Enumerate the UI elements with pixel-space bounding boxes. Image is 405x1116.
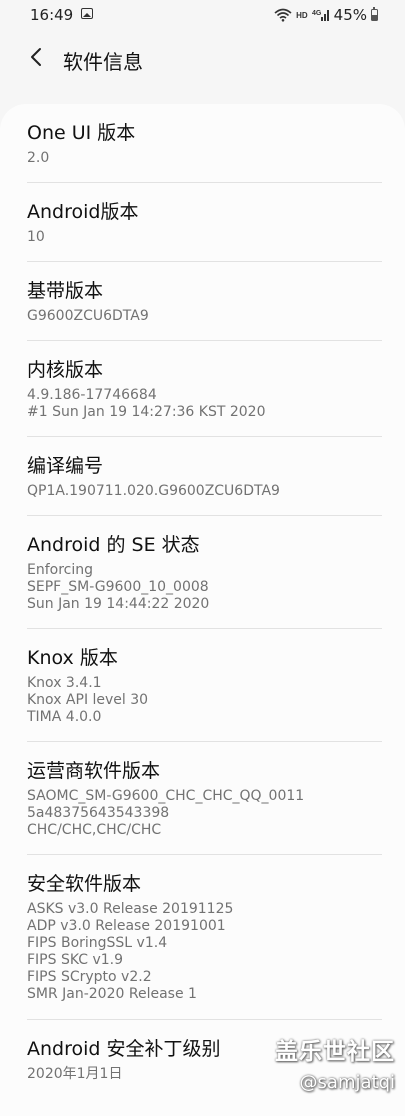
signal-4g-label: 4G bbox=[312, 10, 322, 17]
list-item-se-status[interactable]: Android 的 SE 状态 Enforcing SEPF_SM-G9600_… bbox=[0, 516, 405, 629]
item-value: ADP v3.0 Release 20191001 bbox=[27, 918, 226, 934]
list-item-carrier-software-version[interactable]: 运营商软件版本 SAOMC_SM-G9600_CHC_CHC_QQ_0011 5… bbox=[0, 742, 405, 855]
list-item-knox-version[interactable]: Knox 版本 Knox 3.4.1 Knox API level 30 TIM… bbox=[0, 629, 405, 742]
item-value: SAOMC_SM-G9600_CHC_CHC_QQ_0011 bbox=[27, 788, 305, 804]
item-title: 编译编号 bbox=[27, 455, 104, 477]
item-title: 基带版本 bbox=[27, 280, 104, 302]
item-value: CHC/CHC,CHC/CHC bbox=[27, 822, 162, 838]
item-value: Knox API level 30 bbox=[27, 692, 149, 708]
item-value: Enforcing bbox=[27, 562, 94, 578]
item-title: One UI 版本 bbox=[27, 122, 136, 144]
item-value: FIPS SCrypto v2.2 bbox=[27, 969, 152, 985]
list-item-build-number[interactable]: 编译编号 QP1A.190711.020.G9600ZCU6DTA9 bbox=[0, 437, 405, 516]
item-title: Android版本 bbox=[27, 201, 139, 223]
battery-percentage: 45% bbox=[333, 6, 367, 24]
item-title: 内核版本 bbox=[27, 359, 104, 381]
item-value: 2.0 bbox=[27, 150, 50, 166]
page-title: 软件信息 bbox=[63, 50, 143, 74]
watermark-user: @samjatqi bbox=[299, 1072, 395, 1093]
status-icons: HD 4G 45% bbox=[274, 5, 378, 25]
list-item-android-version[interactable]: Android版本 10 bbox=[0, 183, 405, 262]
item-value: G9600ZCU6DTA9 bbox=[27, 308, 149, 324]
item-value: Sun Jan 19 14:44:22 2020 bbox=[27, 596, 210, 612]
app-header: 软件信息 bbox=[0, 30, 405, 90]
item-value: FIPS BoringSSL v1.4 bbox=[27, 935, 168, 951]
item-value: FIPS SKC v1.9 bbox=[27, 952, 124, 968]
software-info-list: One UI 版本 2.0 Android版本 10 基带版本 G9600ZCU… bbox=[0, 104, 405, 1116]
status-bar: 16:49 HD 4G 45% bbox=[0, 0, 405, 30]
item-title: 运营商软件版本 bbox=[27, 760, 161, 782]
item-value: 10 bbox=[27, 229, 45, 245]
back-button[interactable] bbox=[22, 44, 50, 74]
item-value: QP1A.190711.020.G9600ZCU6DTA9 bbox=[27, 483, 280, 499]
image-notification-icon bbox=[81, 8, 93, 19]
item-value: ASKS v3.0 Release 20191125 bbox=[27, 901, 234, 917]
item-value: 4.9.186-17746684 bbox=[27, 387, 157, 403]
list-item-one-ui-version[interactable]: One UI 版本 2.0 bbox=[0, 104, 405, 183]
item-title: 安全软件版本 bbox=[27, 873, 142, 895]
item-value: 5a48375643543398 bbox=[27, 805, 170, 821]
item-value: SEPF_SM-G9600_10_0008 bbox=[27, 579, 209, 595]
chevron-left-icon bbox=[29, 47, 43, 71]
cell-signal-icon: 4G bbox=[312, 8, 330, 22]
item-title: Knox 版本 bbox=[27, 647, 118, 669]
list-item-baseband-version[interactable]: 基带版本 G9600ZCU6DTA9 bbox=[0, 262, 405, 341]
watermark-brand: 盖乐世社区 bbox=[275, 1039, 395, 1065]
status-time: 16:49 bbox=[30, 6, 74, 24]
wifi-icon bbox=[274, 8, 292, 22]
item-value: SMR Jan-2020 Release 1 bbox=[27, 986, 197, 1002]
list-item-kernel-version[interactable]: 内核版本 4.9.186-17746684 #1 Sun Jan 19 14:2… bbox=[0, 341, 405, 437]
item-value: Knox 3.4.1 bbox=[27, 675, 102, 691]
item-value: #1 Sun Jan 19 14:27:36 KST 2020 bbox=[27, 404, 266, 420]
battery-icon bbox=[371, 7, 378, 21]
item-value: TIMA 4.0.0 bbox=[27, 709, 102, 725]
hd-indicator: HD bbox=[296, 10, 308, 20]
item-title: Android 的 SE 状态 bbox=[27, 534, 200, 556]
list-item-security-software-version[interactable]: 安全软件版本 ASKS v3.0 Release 20191125 ADP v3… bbox=[0, 855, 405, 1020]
